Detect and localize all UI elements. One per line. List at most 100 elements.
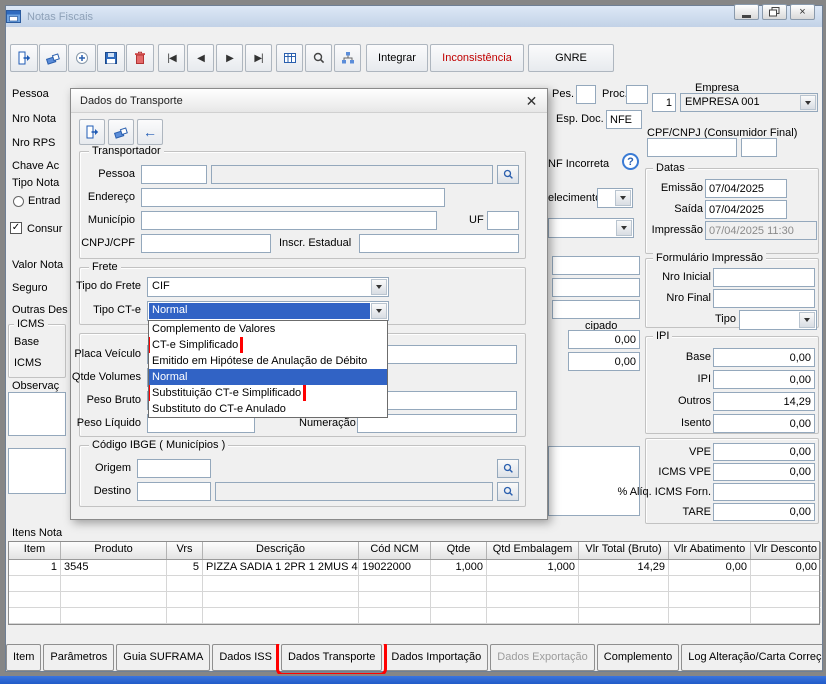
insert-button[interactable]	[68, 44, 96, 72]
nro-final-field[interactable]	[713, 289, 815, 308]
clear-button[interactable]	[39, 44, 67, 72]
cte-option-substituto-anulado[interactable]: Substituto do CT-e Anulado	[149, 401, 387, 417]
delete-button[interactable]	[126, 44, 154, 72]
origem-field[interactable]	[137, 459, 211, 478]
tab-log-alteracao[interactable]: Log Alteração/Carta Correção	[681, 644, 822, 671]
dialog-exit-button[interactable]	[79, 119, 105, 145]
dialog-close-button[interactable]: ✕	[522, 92, 541, 110]
icms-antecipado-base-field[interactable]	[568, 330, 640, 349]
vpe-field[interactable]	[713, 443, 815, 461]
outros-field[interactable]	[713, 392, 815, 411]
valor-nota-field-partial[interactable]	[552, 256, 640, 275]
endereco-field[interactable]	[141, 188, 445, 207]
cnpj-cpf-field[interactable]	[141, 234, 271, 253]
exit-button[interactable]	[10, 44, 38, 72]
table-row-empty[interactable]	[9, 608, 821, 624]
tab-guia-suframa[interactable]: Guia SUFRAMA	[116, 644, 211, 671]
app-icon	[6, 9, 21, 23]
cte-option-normal-selected[interactable]: Normal	[149, 369, 387, 385]
origem-search-button[interactable]	[497, 459, 519, 478]
nav-first-button[interactable]: |◀	[158, 44, 185, 72]
inconsistencia-button[interactable]: Inconsistência	[430, 44, 524, 72]
combo-arrow-button[interactable]	[371, 279, 387, 295]
cte-option-complemento[interactable]: Complemento de Valores	[149, 321, 387, 337]
gnre-button[interactable]: GNRE	[528, 44, 614, 72]
pessoa-search-button[interactable]	[497, 165, 519, 184]
itens-nota-label: Itens Nota	[12, 527, 63, 539]
proc-field[interactable]	[626, 85, 648, 104]
restore-button[interactable]	[762, 4, 787, 20]
transportador-pessoa-code-field[interactable]	[141, 165, 207, 184]
seguro-field-partial[interactable]	[552, 278, 640, 297]
nav-next-button[interactable]: ▶	[216, 44, 243, 72]
grid-header-row: Item Produto Vrs Descrição Cód NCM Qtde …	[9, 542, 821, 560]
tipo-frete-combo[interactable]: CIF	[147, 277, 389, 297]
integrar-button[interactable]: Integrar	[366, 44, 428, 72]
ipi-field[interactable]	[713, 370, 815, 389]
cte-option-anulacao-debito[interactable]: Emitido em Hipótese de Anulação de Débit…	[149, 353, 387, 369]
tab-dados-importacao[interactable]: Dados Importação	[384, 644, 489, 671]
grid-view-button[interactable]	[276, 44, 303, 72]
emissao-field[interactable]	[705, 179, 787, 198]
municipio-field[interactable]	[141, 211, 437, 230]
cpf-cnpj-field-2[interactable]	[741, 138, 777, 157]
destino-search-button[interactable]	[497, 482, 519, 501]
memo-left-2[interactable]	[8, 448, 66, 494]
tipo-formulario-combo[interactable]	[739, 310, 817, 330]
table-row-empty[interactable]	[9, 576, 821, 592]
table-row[interactable]: 1 3545 5 PIZZA SADIA 1 2PR 1 2MUS 46 190…	[9, 560, 821, 576]
tab-dados-iss[interactable]: Dados ISS	[212, 644, 279, 671]
empresa-code-field[interactable]	[652, 93, 676, 112]
icms-antecipado-valor-field[interactable]	[568, 352, 640, 371]
cpf-cnpj-field-1[interactable]	[647, 138, 737, 157]
table-row-empty[interactable]	[9, 592, 821, 608]
icms-vpe-field[interactable]	[713, 463, 815, 481]
entrada-radio[interactable]	[13, 196, 24, 207]
tipo-cte-combo[interactable]: Normal	[147, 301, 389, 321]
hierarchy-button[interactable]	[334, 44, 361, 72]
cte-option-simplificado[interactable]: CT-e Simplificado	[149, 337, 387, 353]
tab-complemento[interactable]: Complemento	[596, 644, 680, 671]
pes-field[interactable]	[576, 85, 596, 104]
isento-field[interactable]	[713, 414, 815, 433]
nav-prev-button[interactable]: ◀	[187, 44, 214, 72]
peso-liquido-label: Peso Líquido	[76, 417, 141, 429]
empresa-combo[interactable]: EMPRESA 001	[680, 93, 818, 112]
outras-despesas-field-partial[interactable]	[552, 300, 640, 319]
combo-arrow-button[interactable]	[799, 312, 815, 328]
observacao-memo-partial[interactable]	[548, 446, 640, 516]
close-button[interactable]: ×	[790, 4, 815, 20]
combo-arrow-button[interactable]	[615, 190, 631, 206]
ipi-base-field[interactable]	[713, 348, 815, 367]
search-button[interactable]	[305, 44, 332, 72]
save-button[interactable]	[97, 44, 125, 72]
tab-dados-transporte[interactable]: Dados Transporte	[275, 644, 388, 674]
uf-field[interactable]	[487, 211, 519, 230]
combo-arrow-button[interactable]	[800, 95, 816, 110]
consumidor-checkbox[interactable]: ✓	[10, 222, 22, 234]
aliq-icms-forn-field[interactable]	[713, 483, 815, 501]
secondary-combo[interactable]	[548, 218, 634, 238]
inscr-estadual-field[interactable]	[359, 234, 519, 253]
placa-veiculo-label: Placa Veículo	[74, 348, 141, 360]
estabelecimento-combo[interactable]	[597, 188, 633, 208]
col-vlr-desconto: Vlr Desconto	[751, 542, 821, 559]
nav-last-button[interactable]: ▶|	[245, 44, 272, 72]
tare-label: TARE	[682, 506, 711, 518]
tab-parametros[interactable]: Parâmetros	[43, 644, 115, 671]
footer-tabs: Item Parâmetros Guia SUFRAMA Dados ISS D…	[6, 644, 822, 674]
minimize-button[interactable]	[734, 4, 759, 20]
tare-field[interactable]	[713, 503, 815, 521]
saida-field[interactable]	[705, 200, 787, 219]
tab-item[interactable]: Item	[6, 644, 42, 671]
nro-inicial-field[interactable]	[713, 268, 815, 287]
dialog-back-button[interactable]: ←	[137, 119, 163, 145]
dialog-clear-button[interactable]	[108, 119, 134, 145]
observacao-memo-left[interactable]	[8, 392, 66, 436]
destino-field[interactable]	[137, 482, 211, 501]
combo-arrow-button[interactable]	[616, 220, 632, 236]
combo-arrow-button[interactable]	[371, 303, 387, 319]
help-icon[interactable]: ?	[622, 153, 639, 170]
esp-doc-field[interactable]	[606, 110, 642, 129]
cte-option-substituicao-simplificado[interactable]: Substituição CT-e Simplificado	[149, 385, 387, 401]
